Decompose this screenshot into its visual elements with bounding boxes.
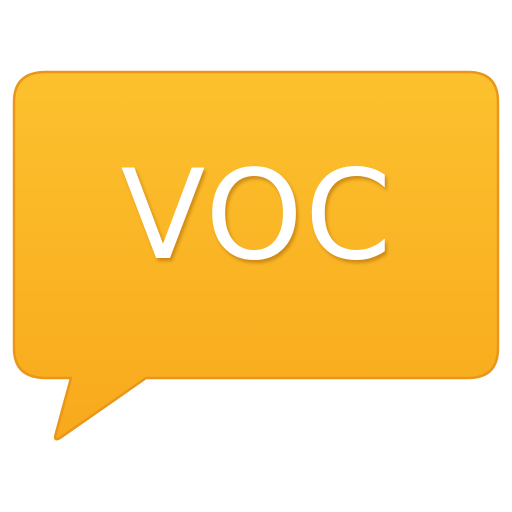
app-icon: VOC: [0, 0, 512, 512]
logo-text: VOC: [120, 144, 394, 288]
